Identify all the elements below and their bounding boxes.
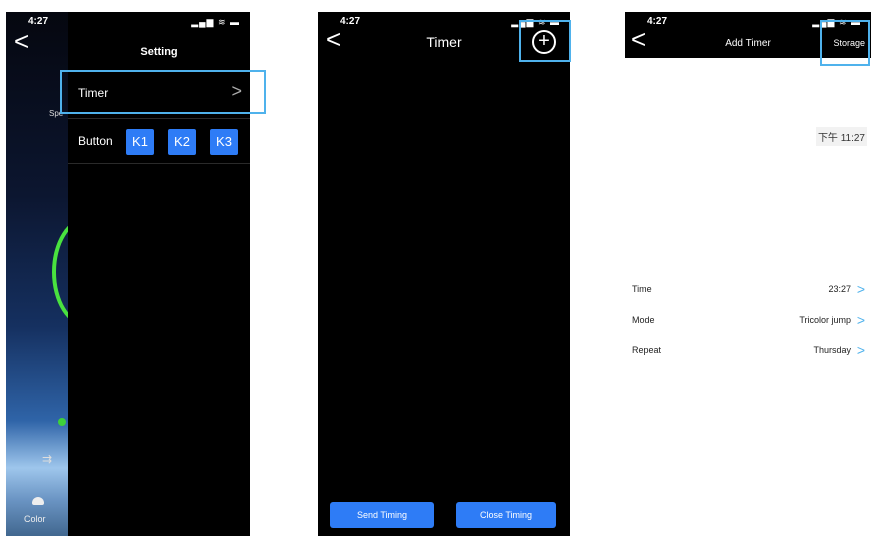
timer-screen: 4:27 ▂▄▆ ≋ ▬ < Timer + Send Timing Close…: [318, 12, 570, 536]
repeat-label: Repeat: [632, 345, 662, 355]
mode-row[interactable]: Mode Tricolor jump >: [632, 312, 865, 335]
highlight-box: [60, 70, 266, 114]
list-icon: ⇉: [42, 452, 53, 466]
highlight-box: [820, 20, 870, 66]
add-timer-screen: 4:27 ▂▄▆ ≋ ▬ < Add Timer Storage 下午 11:2…: [625, 12, 871, 536]
chevron-right-icon: >: [856, 281, 865, 297]
color-tab-label: Color: [24, 514, 46, 524]
time-row[interactable]: Time 23:27 >: [632, 281, 865, 304]
time-value: 23:27: [828, 284, 851, 294]
button-row: Button K1 K2 K3: [68, 118, 250, 164]
back-arrow-icon[interactable]: <: [14, 26, 29, 57]
chevron-right-icon: >: [856, 312, 865, 328]
status-time: 4:27: [647, 16, 668, 27]
button-label: Button: [78, 134, 113, 148]
k2-button[interactable]: K2: [168, 129, 196, 155]
status-icons: ▂▄▆ ≋ ▬: [191, 17, 240, 27]
close-timing-button[interactable]: Close Timing: [456, 502, 556, 528]
mode-label: Mode: [632, 315, 655, 325]
mode-value: Tricolor jump: [799, 315, 851, 325]
send-timing-button[interactable]: Send Timing: [330, 502, 434, 528]
time-label: Time: [632, 284, 652, 294]
repeat-value: Thursday: [813, 345, 851, 355]
k3-button[interactable]: K3: [210, 129, 238, 155]
slider-knob: [58, 418, 66, 426]
highlight-box: [519, 20, 571, 62]
page-title: Setting: [140, 46, 178, 58]
status-time: 4:27: [340, 16, 361, 27]
status-time: 4:27: [28, 16, 49, 27]
time-picker-display[interactable]: 下午 11:27: [815, 127, 867, 146]
repeat-row[interactable]: Repeat Thursday >: [632, 342, 865, 365]
color-tab-icon: [32, 497, 44, 505]
chevron-right-icon: >: [856, 342, 865, 358]
k1-button[interactable]: K1: [126, 129, 154, 155]
